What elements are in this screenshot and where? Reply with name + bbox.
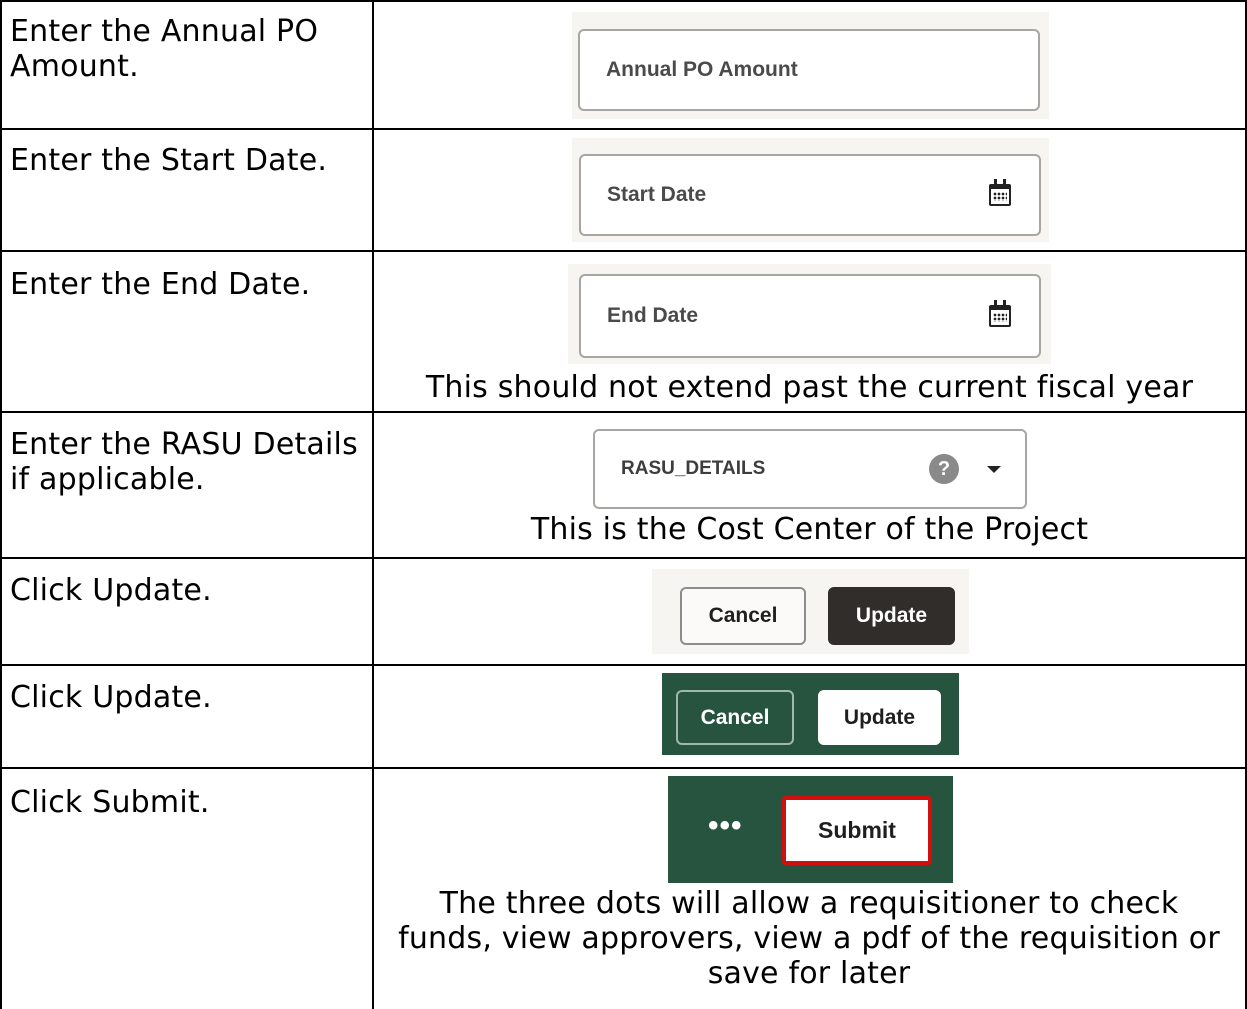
update-button[interactable]: Update xyxy=(818,690,941,745)
cancel-button[interactable]: Cancel xyxy=(676,690,794,745)
instruction-text: Enter the End Date. xyxy=(10,267,311,302)
cancel-button[interactable]: Cancel xyxy=(680,587,806,645)
help-icon[interactable]: ? xyxy=(929,454,959,484)
update-buttons-panel-light: Cancel Update xyxy=(652,569,969,654)
annual-po-amount-label: Annual PO Amount xyxy=(606,58,798,81)
more-icon[interactable]: ••• xyxy=(708,809,743,843)
submit-button[interactable]: Submit xyxy=(782,796,932,865)
end-date-note: This should not extend past the current … xyxy=(425,370,1194,405)
instruction-text: Click Submit. xyxy=(10,785,210,820)
calendar-icon[interactable] xyxy=(989,179,1011,206)
end-date-panel: End Date xyxy=(568,264,1051,364)
start-date-panel: Start Date xyxy=(572,138,1049,242)
table-column-divider xyxy=(372,0,374,1009)
table-border-top xyxy=(0,0,1247,2)
chevron-down-icon[interactable] xyxy=(987,466,1001,473)
instruction-text: Enter the Annual PO Amount. xyxy=(10,14,319,84)
update-buttons-panel-green: Cancel Update xyxy=(662,673,959,755)
instruction-text: Enter the Start Date. xyxy=(10,143,328,178)
instruction-text: Enter the RASU Details if applicable. xyxy=(10,427,358,497)
submit-panel: ••• Submit xyxy=(668,776,953,883)
rasu-details-label: RASU_DETAILS xyxy=(621,458,766,479)
start-date-label: Start Date xyxy=(607,183,707,206)
row-divider xyxy=(0,411,1247,413)
row-divider xyxy=(0,664,1247,666)
end-date-field[interactable]: End Date xyxy=(579,274,1041,358)
update-button[interactable]: Update xyxy=(828,587,955,645)
annual-po-amount-panel: Annual PO Amount xyxy=(572,12,1049,119)
rasu-details-note: This is the Cost Center of the Project xyxy=(530,512,1089,547)
start-date-field[interactable]: Start Date xyxy=(579,154,1041,236)
row-divider xyxy=(0,128,1247,130)
row-divider xyxy=(0,767,1247,769)
instruction-text: Click Update. xyxy=(10,680,212,715)
instruction-text: Click Update. xyxy=(10,573,212,608)
annual-po-amount-field[interactable]: Annual PO Amount xyxy=(578,29,1040,111)
row-divider xyxy=(0,557,1247,559)
end-date-label: End Date xyxy=(607,304,699,327)
rasu-details-dropdown[interactable]: RASU_DETAILS ? xyxy=(593,429,1027,509)
calendar-icon[interactable] xyxy=(989,300,1011,327)
row-divider xyxy=(0,250,1247,252)
submit-note: The three dots will allow a requisitione… xyxy=(398,886,1220,991)
table-border-left xyxy=(0,0,2,1009)
